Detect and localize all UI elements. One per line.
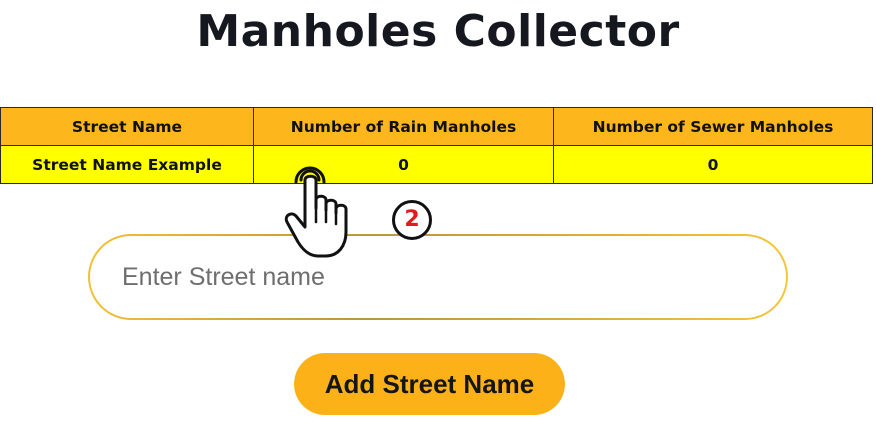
pointing-hand-icon [284, 166, 348, 258]
street-name-input[interactable] [90, 236, 786, 318]
table-header-row: Street Name Number of Rain Manholes Numb… [0, 107, 873, 146]
page-title: Manholes Collector [196, 6, 680, 57]
cell-street-name: Street Name Example [0, 145, 254, 184]
table-row: Street Name Example 0 0 [0, 145, 873, 184]
cell-sewer-manholes-count[interactable]: 0 [553, 145, 873, 184]
add-street-name-button[interactable]: Add Street Name [294, 353, 565, 415]
column-header-street-name: Street Name [0, 107, 254, 146]
streets-table: Street Name Number of Rain Manholes Numb… [0, 107, 873, 184]
column-header-sewer-manholes: Number of Sewer Manholes [553, 107, 873, 146]
column-header-rain-manholes: Number of Rain Manholes [253, 107, 554, 146]
street-name-field-frame [88, 234, 788, 320]
step-number-badge: 2 [392, 200, 432, 240]
